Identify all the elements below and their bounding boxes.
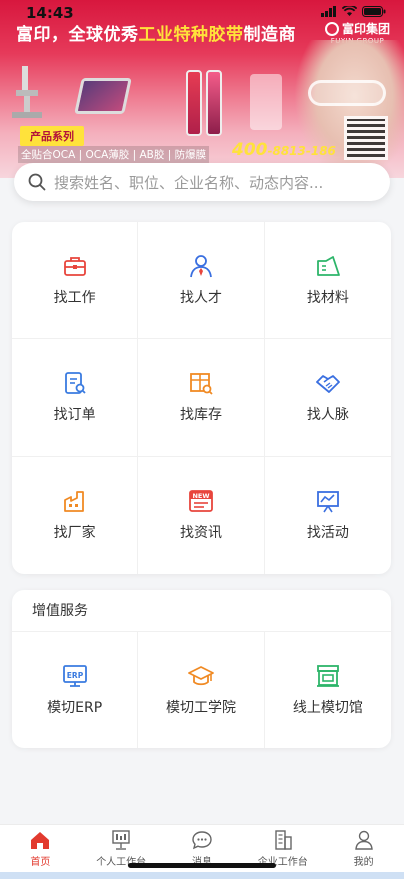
- tablet-image: [74, 78, 132, 114]
- quick-entry-find-news[interactable]: NEW 找资讯: [138, 456, 265, 574]
- tab-profile[interactable]: 我的: [323, 825, 404, 872]
- activity-board-icon: [316, 491, 339, 513]
- goggles-image: [308, 80, 386, 106]
- order-search-icon: [64, 372, 86, 395]
- material-icon: [316, 256, 340, 277]
- news-icon: NEW: [189, 490, 213, 513]
- svg-text:NEW: NEW: [192, 492, 209, 500]
- service-label: 模切工学院: [165, 700, 236, 716]
- service-die-cut-erp[interactable]: ERP 模切ERP: [12, 632, 139, 748]
- hotline-number: 400-8813-186: [232, 140, 336, 160]
- bottom-strip: [0, 872, 404, 879]
- quick-entry-label: 找材料: [306, 290, 349, 307]
- quick-entry-find-material[interactable]: 找材料: [264, 222, 391, 340]
- search-placeholder: 搜索姓名、职位、企业名称、动态内容...: [54, 173, 324, 192]
- quick-entry-label: 找库存: [179, 407, 222, 424]
- briefcase-icon: [63, 257, 86, 277]
- quick-entry-find-talent[interactable]: 找人才: [138, 222, 265, 340]
- status-icons: [321, 6, 386, 17]
- quick-entry-label: 找活动: [306, 525, 349, 542]
- quick-entry-label: 找人脉: [306, 407, 349, 424]
- battery-icon: [362, 6, 386, 17]
- section-title: 增值服务: [12, 590, 391, 632]
- search-input[interactable]: 搜索姓名、职位、企业名称、动态内容...: [14, 163, 390, 201]
- status-bar: 14:43: [0, 0, 404, 22]
- store-icon: [316, 665, 339, 687]
- service-label: 线上模切馆: [292, 700, 363, 716]
- factory-icon: [63, 491, 84, 513]
- home-icon: [31, 832, 50, 849]
- message-icon: [192, 831, 212, 850]
- quick-entry-label: 找订单: [53, 407, 96, 424]
- profile-icon: [354, 830, 373, 850]
- quick-entry-label: 找厂家: [53, 525, 96, 542]
- tab-home[interactable]: 首页: [0, 825, 81, 872]
- signal-icon: [321, 6, 336, 17]
- quick-entry-card: 找工作 找人才 找材料 找订单 找库存 找人脉 找厂家 NEW 找资讯 找活动: [12, 222, 391, 574]
- product-series-tag: 产品系列: [20, 126, 84, 146]
- quick-entry-find-job[interactable]: 找工作: [12, 222, 139, 340]
- inventory-icon: [190, 373, 213, 396]
- banner-headline: 富印，全球优秀工业特种胶带制造商: [16, 25, 296, 45]
- phone-image: [206, 70, 222, 136]
- handshake-icon: [315, 375, 340, 394]
- workstation-icon: [112, 830, 130, 850]
- value-added-services-card: 增值服务 ERP 模切ERP 模切工学院 线上模切馆: [12, 590, 391, 748]
- svg-text:ERP: ERP: [66, 671, 83, 680]
- product-series-list: 全贴合OCA | OCA薄胶 | AB胶 | 防爆膜: [18, 146, 210, 163]
- person-tie-icon: [190, 255, 212, 278]
- quick-entry-find-network[interactable]: 找人脉: [264, 339, 391, 457]
- phone-image: [186, 70, 202, 136]
- erp-icon: ERP: [62, 665, 87, 687]
- service-label: 模切ERP: [47, 700, 103, 716]
- quick-entry-find-activity[interactable]: 找活动: [265, 457, 391, 574]
- quick-entry-label: 找人才: [179, 290, 222, 307]
- qr-code-icon: [344, 116, 388, 160]
- screen-film-image: [250, 74, 282, 130]
- microscope-icon: [12, 66, 42, 118]
- quick-entry-label: 找资讯: [179, 525, 222, 542]
- enterprise-icon: [275, 830, 292, 850]
- wifi-icon: [342, 6, 357, 16]
- search-icon: [28, 173, 46, 191]
- home-indicator[interactable]: [128, 863, 276, 868]
- service-die-cut-academy[interactable]: 模切工学院: [138, 632, 265, 748]
- graduation-cap-icon: [188, 666, 214, 686]
- service-online-die-cut-hall[interactable]: 线上模切馆: [265, 632, 391, 748]
- quick-entry-find-order[interactable]: 找订单: [12, 339, 139, 457]
- quick-entry-find-inventory[interactable]: 找库存: [138, 339, 265, 457]
- quick-entry-label: 找工作: [53, 290, 96, 307]
- brand-mark-icon: [324, 21, 339, 36]
- promo-banner[interactable]: 14:43 富印，全球优秀工业特种胶带制造商 富印集团 FUYIN GROUP …: [0, 0, 404, 178]
- quick-entry-find-manufacturer[interactable]: 找厂家: [12, 456, 139, 574]
